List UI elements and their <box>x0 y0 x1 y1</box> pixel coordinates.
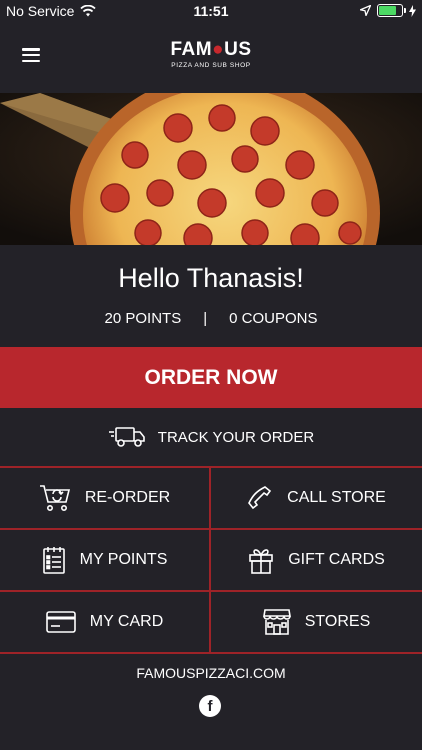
menu-grid-row: RE-ORDER CALL STORE <box>0 468 422 530</box>
coupons-count: 0 COUPONS <box>229 310 318 327</box>
reorder-label: RE-ORDER <box>84 489 171 506</box>
location-arrow-icon <box>360 5 371 16</box>
facebook-icon[interactable]: f <box>199 695 221 717</box>
status-time: 11:51 <box>193 3 229 19</box>
call-store-label: CALL STORE <box>287 489 386 506</box>
hero-pizza-image <box>0 93 422 245</box>
credit-card-icon <box>45 611 76 633</box>
clipboard-list-icon <box>42 545 66 575</box>
gift-cards-label: GIFT CARDS <box>288 551 385 568</box>
order-now-label: ORDER NOW <box>144 365 278 389</box>
cart-refresh-icon <box>39 484 71 512</box>
gift-icon <box>248 545 274 575</box>
points-count: 20 POINTS <box>104 310 182 327</box>
greeting-text: Hello Thanasis! <box>118 263 304 293</box>
my-points-label: MY POINTS <box>79 551 168 568</box>
status-right <box>360 4 416 17</box>
delivery-truck-icon <box>108 426 146 448</box>
stores-label: STORES <box>304 613 371 630</box>
battery-fill <box>379 6 396 15</box>
menu-grid-row: MY CARD STORES <box>0 592 422 654</box>
menu-grid: RE-ORDER CALL STORE MY POINTS GIFT CARDS… <box>0 468 422 654</box>
call-store-button[interactable]: CALL STORE <box>211 468 422 528</box>
logo-wordmark: FAM●US <box>170 39 252 60</box>
track-order-label: TRACK YOUR ORDER <box>157 428 315 446</box>
points-coupons-summary: 20 POINTS | 0 COUPONS <box>0 310 422 327</box>
gift-cards-button[interactable]: GIFT CARDS <box>211 530 422 590</box>
app-header: FAM●US PIZZA AND SUB SHOP <box>0 22 422 93</box>
reorder-button[interactable]: RE-ORDER <box>0 468 211 528</box>
my-card-button[interactable]: MY CARD <box>0 592 211 652</box>
brand-logo: FAM●US PIZZA AND SUB SHOP <box>0 39 422 70</box>
order-now-button[interactable]: ORDER NOW <box>0 347 422 408</box>
tomato-icon: ● <box>212 39 225 60</box>
my-card-label: MY CARD <box>89 613 164 630</box>
charging-bolt-icon <box>409 4 416 17</box>
status-bar: No Service 11:51 <box>0 0 422 22</box>
phone-icon <box>247 485 273 511</box>
my-points-button[interactable]: MY POINTS <box>0 530 211 590</box>
logo-tagline: PIZZA AND SUB SHOP <box>171 62 251 69</box>
website-link[interactable]: FAMOUSPIZZACI.COM <box>0 665 422 681</box>
track-order-button[interactable]: TRACK YOUR ORDER <box>0 408 422 468</box>
menu-grid-row: MY POINTS GIFT CARDS <box>0 530 422 592</box>
storefront-icon <box>262 608 291 636</box>
battery-icon <box>377 4 406 17</box>
stats-separator: | <box>203 310 208 327</box>
stores-button[interactable]: STORES <box>211 592 422 652</box>
